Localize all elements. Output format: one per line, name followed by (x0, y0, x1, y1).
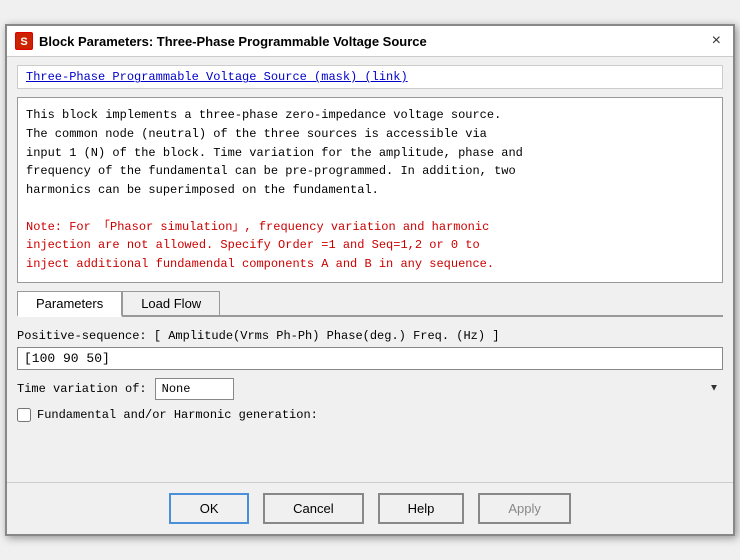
tab-parameters[interactable]: Parameters (17, 291, 122, 317)
tab-load-flow[interactable]: Load Flow (122, 291, 220, 315)
description-box: This block implements a three-phase zero… (17, 97, 723, 282)
main-window: S Block Parameters: Three-Phase Programm… (5, 24, 735, 535)
time-variation-select[interactable]: None Amplitude Phase Frequency (155, 378, 234, 400)
desc-p2: Note: For 「Phasor simulation」, frequency… (26, 218, 714, 274)
apply-button[interactable]: Apply (478, 493, 571, 524)
cancel-button[interactable]: Cancel (263, 493, 363, 524)
close-button[interactable]: × (708, 33, 725, 49)
parameters-section: Positive-sequence: [ Amplitude(Vrms Ph-P… (17, 325, 723, 474)
link-bar[interactable]: Three-Phase Programmable Voltage Source … (17, 65, 723, 89)
time-variation-row: Time variation of: None Amplitude Phase … (17, 378, 723, 400)
title-bar-left: S Block Parameters: Three-Phase Programm… (15, 32, 427, 50)
svg-text:S: S (20, 36, 27, 48)
desc-line5: harmonics can be superimposed on the fun… (26, 183, 379, 197)
empty-area (17, 430, 723, 470)
desc-line1: This block implements a three-phase zero… (26, 108, 501, 122)
ok-button[interactable]: OK (169, 493, 249, 524)
content-area: Three-Phase Programmable Voltage Source … (7, 57, 733, 481)
desc-p1: This block implements a three-phase zero… (26, 106, 714, 199)
time-variation-dropdown-wrapper: None Amplitude Phase Frequency (155, 378, 723, 400)
link-text: Three-Phase Programmable Voltage Source … (26, 70, 408, 84)
bottom-bar: OK Cancel Help Apply (7, 482, 733, 534)
desc-note3: inject additional fundamendal components… (26, 257, 494, 271)
time-variation-label: Time variation of: (17, 382, 147, 396)
window-title: Block Parameters: Three-Phase Programmab… (39, 34, 427, 49)
window-icon: S (15, 32, 33, 50)
desc-line4: frequency of the fundamental can be pre-… (26, 164, 516, 178)
desc-note1: Note: For 「Phasor simulation」, frequency… (26, 220, 489, 234)
harmonic-label: Fundamental and/or Harmonic generation: (37, 408, 318, 422)
positive-sequence-input[interactable] (17, 347, 723, 370)
harmonic-checkbox[interactable] (17, 408, 31, 422)
positive-sequence-label: Positive-sequence: [ Amplitude(Vrms Ph-P… (17, 329, 723, 343)
help-button[interactable]: Help (378, 493, 465, 524)
desc-line3: input 1 (N) of the block. Time variation… (26, 146, 523, 160)
desc-note2: injection are not allowed. Specify Order… (26, 238, 480, 252)
tabs-row: Parameters Load Flow (17, 291, 723, 317)
title-bar: S Block Parameters: Three-Phase Programm… (7, 26, 733, 57)
desc-line2: The common node (neutral) of the three s… (26, 127, 487, 141)
harmonic-checkbox-row: Fundamental and/or Harmonic generation: (17, 408, 723, 422)
